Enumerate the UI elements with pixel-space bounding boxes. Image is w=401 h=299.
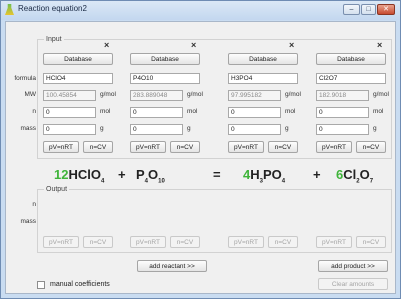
mw-field: 97.995182 (228, 90, 281, 101)
element-symbol: O (359, 167, 370, 182)
clear-amounts-button[interactable]: Clear amounts (318, 278, 388, 290)
row-label-mw: MW (24, 91, 36, 98)
window-title: Reaction equation2 (18, 4, 87, 13)
output-row-label-n: n (32, 201, 36, 208)
manual-coefficients-label: manual coefficients (50, 281, 110, 288)
remove-compound-icon[interactable]: × (289, 41, 294, 50)
n-cv-button[interactable]: n=CV (356, 141, 386, 153)
n-unit: mol (373, 108, 384, 115)
mw-unit: g/mol (187, 91, 203, 98)
mw-field: 182.9018 (316, 90, 369, 101)
output-pv-nrt-button[interactable]: pV=nRT (316, 236, 352, 248)
plus-sign: + (313, 167, 321, 182)
equals-sign: = (213, 167, 221, 182)
mw-unit: g/mol (285, 91, 301, 98)
equation-term: 6Cl2O7 (336, 167, 373, 185)
output-pv-nrt-button[interactable]: pV=nRT (43, 236, 79, 248)
element-symbol: H (68, 167, 78, 182)
output-n-cv-button[interactable]: n=CV (356, 236, 386, 248)
database-button[interactable]: Database (316, 53, 386, 65)
pv-nrt-button[interactable]: pV=nRT (130, 141, 166, 153)
mass-input[interactable]: 0 (228, 124, 281, 135)
output-pv-nrt-button[interactable]: pV=nRT (228, 236, 264, 248)
mw-field: 100.45854 (43, 90, 96, 101)
n-input[interactable]: 0 (316, 107, 369, 118)
element-symbol: P (262, 167, 272, 182)
mass-unit: g (187, 125, 191, 132)
mass-input[interactable]: 0 (130, 124, 183, 135)
element-symbol: Cl (343, 167, 357, 182)
formula-input[interactable]: HClO4 (43, 73, 113, 84)
n-cv-button[interactable]: n=CV (268, 141, 298, 153)
manual-coefficients-checkbox[interactable] (37, 281, 45, 289)
close-button[interactable]: ✕ (377, 4, 395, 15)
output-group-label: Output (44, 185, 70, 194)
input-group-label: Input (44, 35, 64, 44)
n-unit: mol (100, 108, 111, 115)
maximize-button[interactable]: □ (361, 4, 376, 15)
n-unit: mol (285, 108, 296, 115)
row-label-formula: formula (14, 75, 36, 82)
pv-nrt-button[interactable]: pV=nRT (228, 141, 264, 153)
equation-term: P4O10 (136, 167, 165, 185)
add-reactant-button[interactable]: add reactant >> (137, 260, 207, 272)
database-button[interactable]: Database (130, 53, 200, 65)
output-n-cv-button[interactable]: n=CV (83, 236, 113, 248)
plus-sign: + (118, 167, 126, 182)
row-label-n: n (32, 108, 36, 115)
row-label-mass: mass (20, 125, 36, 132)
mass-unit: g (373, 125, 377, 132)
output-n-cv-button[interactable]: n=CV (268, 236, 298, 248)
output-row-label-mass: mass (20, 218, 36, 225)
n-input[interactable]: 0 (130, 107, 183, 118)
subscript: 4 (281, 178, 286, 185)
add-product-button[interactable]: add product >> (318, 260, 388, 272)
element-symbol: H (250, 167, 260, 182)
mass-unit: g (100, 125, 104, 132)
n-input[interactable]: 0 (43, 107, 96, 118)
n-cv-button[interactable]: n=CV (83, 141, 113, 153)
pv-nrt-button[interactable]: pV=nRT (316, 141, 352, 153)
output-n-cv-button[interactable]: n=CV (170, 236, 200, 248)
mass-unit: g (285, 125, 289, 132)
equation-term: 4H3PO4 (243, 167, 285, 185)
n-input[interactable]: 0 (228, 107, 281, 118)
database-button[interactable]: Database (43, 53, 113, 65)
subscript: 4 (100, 178, 105, 185)
mass-input[interactable]: 0 (316, 124, 369, 135)
mw-unit: g/mol (100, 91, 116, 98)
element-symbol: O (90, 167, 101, 182)
n-unit: mol (187, 108, 198, 115)
reaction-equation: 12HClO4 P4O10 4H3PO4 6Cl2O7 + = + (30, 167, 390, 189)
equation-term: 12HClO4 (54, 167, 104, 185)
formula-input[interactable]: P4O10 (130, 73, 200, 84)
formula-input[interactable]: H3PO4 (228, 73, 298, 84)
remove-compound-icon[interactable]: × (104, 41, 109, 50)
element-symbol: Cl (77, 167, 91, 182)
remove-compound-icon[interactable]: × (191, 41, 196, 50)
subscript: 7 (369, 178, 374, 185)
n-cv-button[interactable]: n=CV (170, 141, 200, 153)
mw-unit: g/mol (373, 91, 389, 98)
minimize-button[interactable]: ‒ (343, 4, 360, 15)
pv-nrt-button[interactable]: pV=nRT (43, 141, 79, 153)
element-symbol: O (148, 167, 159, 182)
remove-compound-icon[interactable]: × (377, 41, 382, 50)
element-symbol: O (271, 167, 282, 182)
element-symbol: P (136, 167, 145, 182)
mass-input[interactable]: 0 (43, 124, 96, 135)
subscript: 10 (158, 178, 165, 185)
formula-input[interactable]: Cl2O7 (316, 73, 386, 84)
output-pv-nrt-button[interactable]: pV=nRT (130, 236, 166, 248)
coefficient: 12 (54, 167, 69, 182)
mw-field: 283.889048 (130, 90, 183, 101)
database-button[interactable]: Database (228, 53, 298, 65)
